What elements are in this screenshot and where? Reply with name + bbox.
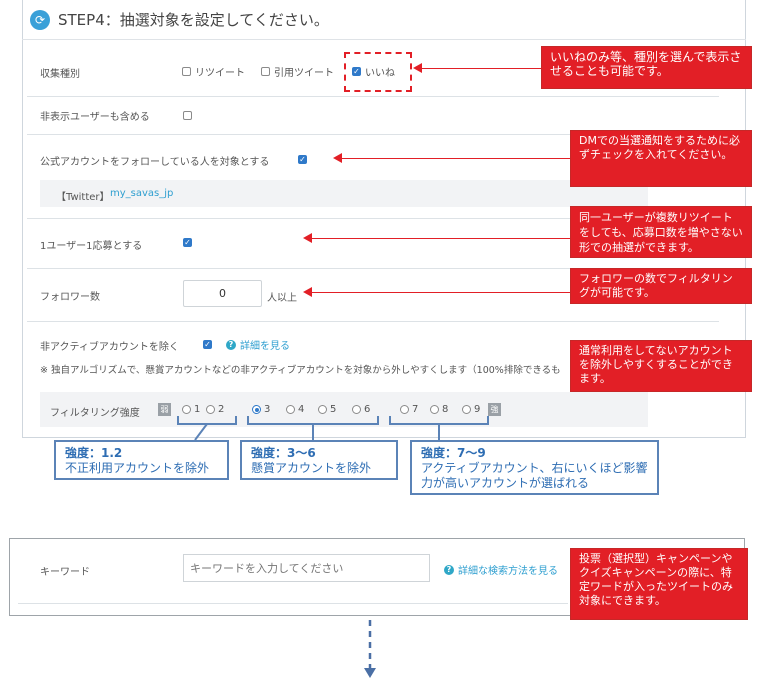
followers-suffix: 人以上 bbox=[267, 293, 297, 304]
divider bbox=[18, 603, 568, 604]
search-help-link[interactable]: ? 詳細な検索方法を見る bbox=[444, 562, 558, 577]
include-hidden-label: 非表示ユーザーも含める bbox=[40, 112, 150, 123]
checkbox-icon bbox=[261, 67, 270, 76]
search-help-label: 詳細な検索方法を見る bbox=[458, 566, 558, 577]
option-label: リツイート bbox=[195, 68, 245, 79]
inactive-checkbox[interactable]: ✓ bbox=[203, 340, 212, 349]
filtering-label: フィルタリング強度 bbox=[50, 408, 140, 419]
include-hidden-checkbox[interactable] bbox=[183, 111, 192, 120]
callout-likes: いいねのみ等、種別を選んで表示させることも可能です。 bbox=[541, 46, 752, 89]
note-body: 懸賞アカウントを除外 bbox=[251, 461, 372, 475]
one-entry-checkbox[interactable]: ✓ bbox=[183, 238, 192, 247]
page-title: STEP4：抽選対象を設定してください。 bbox=[58, 11, 329, 29]
checkbox-retweet[interactable]: リツイート bbox=[182, 64, 245, 79]
keyword-label: キーワード bbox=[40, 567, 90, 578]
help-icon: ? bbox=[226, 339, 236, 350]
callout-dm: DMでの当選通知をするために必ずチェックを入れてください。 bbox=[570, 130, 752, 187]
divider bbox=[27, 321, 719, 322]
inactive-details-link[interactable]: ? 詳細を見る bbox=[226, 337, 290, 352]
callout-line bbox=[340, 158, 570, 159]
note-title: 強度：1.2 bbox=[65, 446, 123, 460]
option-label: 引用ツイート bbox=[274, 68, 334, 79]
checkbox-checked-icon: ✓ bbox=[352, 67, 361, 76]
arrow-left-icon bbox=[303, 233, 312, 243]
arrow-left-icon bbox=[413, 63, 422, 73]
note-body: 不正利用アカウントを除外 bbox=[65, 461, 210, 475]
callout-inactive: 通常利用をしてないアカウントを除外しやすくすることができます。 bbox=[570, 340, 752, 392]
followers-label: フォロワー数 bbox=[40, 292, 100, 303]
callout-keyword: 投票（選択型）キャンペーンやクイズキャンペーンの際に、特定ワードが入ったツイート… bbox=[570, 548, 748, 620]
strength-note-mid: 強度：3〜6 懸賞アカウントを除外 bbox=[240, 440, 398, 480]
callout-line bbox=[420, 68, 541, 69]
details-link-label: 詳細を見る bbox=[240, 341, 290, 352]
arrow-left-icon bbox=[333, 153, 342, 163]
callout-one-user: 同一ユーザーが複数リツイートをしても、応募口数を増やさない形での抽選ができます。 bbox=[570, 206, 752, 258]
follow-official-checkbox[interactable]: ✓ bbox=[298, 155, 307, 164]
checkbox-quote-tweet[interactable]: 引用ツイート bbox=[261, 64, 334, 79]
twitter-label: 【Twitter】 bbox=[56, 192, 110, 203]
checkbox-likes[interactable]: ✓ いいね bbox=[352, 64, 395, 79]
strength-note-low: 強度：1.2 不正利用アカウントを除外 bbox=[54, 440, 229, 480]
help-icon: ? bbox=[444, 564, 454, 575]
divider bbox=[27, 96, 719, 97]
followers-input[interactable]: 0 bbox=[183, 280, 262, 307]
refresh-icon: ⟳ bbox=[30, 10, 50, 30]
one-entry-label: 1ユーザー1応募とする bbox=[40, 241, 143, 252]
note-body: アクティブアカウント、右にいくほど影響力が高いアカウントが選ばれる bbox=[421, 461, 648, 490]
arrow-left-icon bbox=[303, 287, 312, 297]
callout-followers: フォロワーの数でフィルタリングが可能です。 bbox=[570, 268, 752, 304]
strength-note-high: 強度：7〜9 アクティブアカウント、右にいくほど影響力が高いアカウントが選ばれる bbox=[410, 440, 659, 495]
keyword-input[interactable] bbox=[183, 554, 430, 582]
inactive-label: 非アクティブアカウントを除く bbox=[40, 342, 179, 353]
note-title: 強度：3〜6 bbox=[251, 446, 316, 460]
inactive-note: ※ 独自アルゴリズムで、懸賞アカウントなどの非アクティブアカウントを対象から外し… bbox=[40, 365, 561, 376]
twitter-handle-link[interactable]: my_savas_jp bbox=[110, 188, 173, 199]
strength-bracket-lines bbox=[177, 416, 489, 440]
note-title: 強度：7〜9 bbox=[421, 446, 486, 460]
follow-official-label: 公式アカウントをフォローしている人を対象とする bbox=[40, 157, 270, 168]
callout-line bbox=[310, 238, 570, 239]
down-arrow-icon bbox=[364, 620, 376, 678]
collection-type-label: 収集種別 bbox=[40, 69, 80, 80]
checkbox-icon bbox=[182, 67, 191, 76]
callout-line bbox=[310, 292, 570, 293]
option-label: いいね bbox=[365, 68, 395, 79]
